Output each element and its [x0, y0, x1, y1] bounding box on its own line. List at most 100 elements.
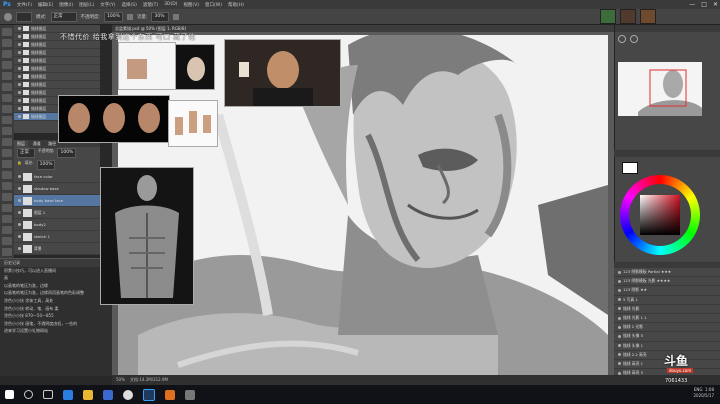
eye-icon[interactable]	[18, 99, 21, 102]
eye-icon[interactable]	[18, 211, 21, 214]
zoom-level[interactable]: 50%	[116, 377, 125, 382]
maximize-button[interactable]: □	[701, 1, 707, 8]
tool-icon[interactable]	[2, 50, 12, 58]
eye-icon[interactable]	[618, 270, 621, 274]
tool-icon[interactable]	[2, 149, 12, 157]
eye-icon[interactable]	[18, 51, 21, 54]
zoom-out-icon[interactable]	[618, 35, 626, 43]
eye-icon[interactable]	[18, 187, 21, 190]
right-layer-row[interactable]: 123 阴影模板 Partial ★★★	[614, 268, 720, 278]
app-taskbar-icon[interactable]	[165, 389, 175, 400]
chrome-icon[interactable]	[123, 389, 133, 400]
eye-icon[interactable]	[618, 298, 621, 302]
eye-icon[interactable]	[618, 288, 621, 292]
brush-preset-picker[interactable]	[16, 11, 32, 22]
menu-item[interactable]: 视图(V)	[183, 2, 199, 8]
layer-row[interactable]: 描线图层	[14, 81, 100, 89]
edge-icon[interactable]	[63, 389, 73, 400]
eye-icon[interactable]	[18, 115, 21, 118]
reference-image-fist[interactable]	[175, 44, 215, 90]
layer-row[interactable]: 描线图层	[14, 57, 100, 65]
eye-icon[interactable]	[18, 235, 21, 238]
color-wheel[interactable]	[620, 175, 700, 255]
tool-icon[interactable]	[2, 215, 12, 223]
reference-image-actor[interactable]	[224, 39, 341, 107]
tool-icon[interactable]	[2, 105, 12, 113]
layer-row[interactable]: 描线图层	[14, 73, 100, 81]
menu-item[interactable]: 滤镜(T)	[143, 2, 158, 8]
eye-icon[interactable]	[18, 75, 21, 78]
opacity-field[interactable]: 100%	[104, 11, 123, 22]
zoom-in-icon[interactable]	[630, 35, 638, 43]
ref-thumb-dark[interactable]	[620, 9, 636, 24]
right-layer-row[interactable]: 描线 头像 1	[614, 342, 720, 351]
language-indicator[interactable]: ENG	[694, 387, 703, 392]
color-wheel-ring[interactable]	[620, 175, 700, 255]
tool-icon[interactable]	[2, 248, 12, 256]
document-tab[interactable]: 总监素描.psd @ 50% (图层 1, RGB/8)	[112, 25, 614, 32]
layer-row[interactable]: 描线图层	[14, 65, 100, 73]
foreground-color-swatch[interactable]	[622, 162, 638, 174]
eye-icon[interactable]	[18, 199, 21, 202]
layer-opacity-field[interactable]: 100%	[57, 148, 77, 158]
right-layer-row[interactable]: 123 阴影模板 光影 ★★★★	[614, 277, 720, 287]
minimize-button[interactable]: —	[689, 1, 695, 8]
menu-item[interactable]: 图层(L)	[79, 2, 94, 8]
reference-image-heads[interactable]	[58, 95, 170, 143]
eye-icon[interactable]	[618, 353, 621, 357]
eye-icon[interactable]	[618, 362, 621, 366]
windows-start-icon[interactable]	[5, 390, 14, 399]
menu-item[interactable]: 帮助(H)	[228, 2, 244, 8]
tool-icon[interactable]	[2, 127, 12, 135]
tool-icon[interactable]	[2, 61, 12, 69]
reference-image-hands[interactable]	[168, 100, 218, 147]
layer-row[interactable]: body2	[14, 219, 100, 231]
menu-item[interactable]: 文件(F)	[17, 2, 32, 8]
eye-icon[interactable]	[18, 91, 21, 94]
eye-icon[interactable]	[18, 43, 21, 46]
eye-icon[interactable]	[18, 27, 21, 30]
menu-item[interactable]: 文字(Y)	[100, 2, 115, 8]
tool-icon[interactable]	[2, 72, 12, 80]
right-layer-row[interactable]: 123 阴影 ★★	[614, 286, 720, 296]
menu-item[interactable]: 窗口(W)	[205, 2, 222, 8]
eye-icon[interactable]	[18, 35, 21, 38]
tool-icon[interactable]	[2, 193, 12, 201]
layer-row[interactable]: 背景	[14, 243, 100, 255]
layer-row[interactable]: 描线图层	[14, 49, 100, 57]
tool-icon[interactable]	[2, 83, 12, 91]
layer-row[interactable]: shadow base	[14, 183, 100, 195]
lock-icon[interactable]: 🔒	[17, 160, 22, 170]
blend-mode-select[interactable]: 正常	[17, 148, 35, 158]
airbrush-icon[interactable]	[173, 13, 180, 20]
eye-icon[interactable]	[18, 107, 21, 110]
tool-icon[interactable]	[2, 116, 12, 124]
menu-item[interactable]: 选择(S)	[121, 2, 136, 8]
task-view-icon[interactable]	[43, 390, 53, 399]
tool-icon[interactable]	[2, 39, 12, 47]
eye-icon[interactable]	[618, 279, 621, 283]
clock-time[interactable]: 1:08	[705, 387, 714, 392]
close-button[interactable]: ✕	[713, 1, 718, 8]
layer-row[interactable]: face color	[14, 171, 100, 183]
eye-icon[interactable]	[618, 344, 621, 348]
eye-icon[interactable]	[18, 83, 21, 86]
tool-icon[interactable]	[2, 171, 12, 179]
menu-item[interactable]: 图像(I)	[59, 2, 73, 8]
eye-icon[interactable]	[18, 175, 21, 178]
eye-icon[interactable]	[618, 307, 621, 311]
eye-icon[interactable]	[18, 59, 21, 62]
eye-icon[interactable]	[18, 223, 21, 226]
tool-icon[interactable]	[2, 94, 12, 102]
right-layer-row[interactable]: 描线 头像 5	[614, 332, 720, 342]
eye-icon[interactable]	[18, 67, 21, 70]
navigator-thumbnail[interactable]	[618, 62, 702, 116]
right-layer-row[interactable]: 描线 2 光影	[614, 323, 720, 333]
right-layer-row[interactable]: 5 写真 1	[614, 296, 720, 305]
tab-channels[interactable]: 通道	[29, 140, 44, 148]
tool-icon[interactable]	[2, 226, 12, 234]
right-layer-row[interactable]: 描线 光影 1 1	[614, 314, 720, 324]
store-icon[interactable]	[103, 389, 113, 400]
tool-icon[interactable]	[2, 28, 12, 36]
tool-icon[interactable]	[2, 204, 12, 212]
